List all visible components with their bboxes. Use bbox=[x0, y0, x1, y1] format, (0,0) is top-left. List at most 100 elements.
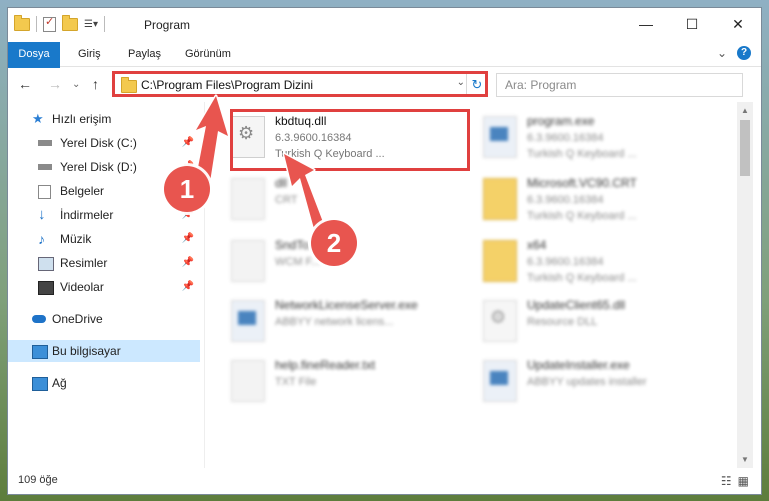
item-count: 109 öğe bbox=[18, 474, 58, 486]
forward-button[interactable]: → bbox=[48, 76, 62, 92]
tab-view[interactable]: Görünüm bbox=[185, 42, 231, 66]
scroll-up-icon[interactable]: ▲ bbox=[741, 106, 749, 115]
sidebar-item-onedrive[interactable]: OneDrive bbox=[8, 308, 200, 330]
sidebar-item-label: Yerel Disk (D:) bbox=[60, 160, 137, 174]
file-highlight-box bbox=[230, 109, 470, 171]
file-name: NetworkLicenseServer.exe bbox=[275, 298, 418, 312]
file-name: Microsoft.VC90.CRT bbox=[527, 176, 637, 190]
sidebar-item-label: Videolar bbox=[60, 280, 104, 294]
new-folder-icon[interactable] bbox=[62, 14, 78, 31]
navigation-pane: ★ Hızlı erişim Yerel Disk (C:) 📌 Yerel D… bbox=[8, 102, 204, 468]
dll-file-icon bbox=[483, 300, 517, 342]
vertical-scrollbar[interactable]: ▲ ▼ bbox=[737, 102, 753, 468]
file-item[interactable]: Microsoft.VC90.CRT 6.3.9600.16384 Turkis… bbox=[477, 172, 713, 228]
sidebar-item-label: Resimler bbox=[60, 256, 108, 270]
maximize-button[interactable]: ☐ bbox=[669, 8, 715, 40]
drive-icon bbox=[38, 140, 52, 146]
sidebar-item-downloads[interactable]: ↓ İndirmeler 📌 bbox=[8, 204, 200, 226]
help-icon[interactable]: ? bbox=[737, 46, 751, 60]
step-badge-1: 1 bbox=[164, 166, 210, 212]
file-name: UpdateInstaller.exe bbox=[527, 358, 630, 372]
music-icon: ♪ bbox=[38, 231, 45, 247]
file-name: dll bbox=[275, 176, 288, 190]
sidebar-item-network[interactable]: Ağ bbox=[8, 372, 200, 394]
file-item[interactable]: UpdateInstaller.exe ABBYY updates instal… bbox=[477, 354, 713, 410]
explorer-window: ☰▾ Program — ☐ ✕ Dosya Giriş Paylaş Görü… bbox=[8, 8, 761, 494]
exe-file-icon bbox=[483, 360, 517, 402]
download-icon: ↓ bbox=[38, 206, 46, 223]
recent-locations-button[interactable]: ⌄ bbox=[72, 79, 80, 90]
file-version: 6.3.9600.16384 bbox=[527, 256, 604, 268]
file-version: ABBYY updates installer bbox=[527, 376, 647, 388]
file-version: TXT File bbox=[275, 376, 317, 388]
sidebar-item-label: İndirmeler bbox=[60, 208, 114, 222]
search-input[interactable]: Ara: Program bbox=[496, 73, 743, 97]
file-version: WCM F... bbox=[275, 256, 321, 268]
folder-icon[interactable] bbox=[14, 14, 30, 31]
file-version: 6.3.9600.16384 bbox=[527, 132, 604, 144]
file-name: help.fineReader.txt bbox=[275, 358, 376, 372]
sidebar-item-label: Yerel Disk (C:) bbox=[60, 136, 137, 150]
toolbar-divider bbox=[103, 16, 105, 32]
exe-file-icon bbox=[231, 300, 265, 342]
expand-ribbon-icon[interactable]: ⌄ bbox=[717, 46, 727, 60]
sidebar-item-label: Bu bilgisayar bbox=[52, 344, 121, 358]
sidebar-item-this-pc[interactable]: Bu bilgisayar bbox=[8, 340, 200, 362]
file-icon bbox=[231, 360, 265, 402]
file-item[interactable]: program.exe 6.3.9600.16384 Turkish Q Key… bbox=[477, 110, 713, 166]
file-item[interactable]: NetworkLicenseServer.exe ABBYY network l… bbox=[225, 294, 461, 350]
videos-icon bbox=[38, 281, 54, 295]
tab-share[interactable]: Paylaş bbox=[128, 42, 161, 66]
navigation-bar: ← → ⌄ ↑ C:\Program Files\Program Dizini … bbox=[8, 68, 761, 100]
properties-icon[interactable] bbox=[43, 15, 56, 32]
sidebar-item-label: Müzik bbox=[60, 232, 92, 246]
tab-home[interactable]: Giriş bbox=[78, 42, 101, 66]
scrollbar-thumb[interactable] bbox=[740, 120, 750, 176]
cloud-icon bbox=[32, 315, 46, 323]
pin-icon: 📌 bbox=[181, 233, 194, 244]
pin-icon: 📌 bbox=[181, 257, 194, 268]
address-highlight-box bbox=[112, 71, 488, 97]
sidebar-item-videos[interactable]: Videolar 📌 bbox=[8, 276, 200, 298]
view-switcher: ☷ ▦ bbox=[721, 474, 749, 488]
step-badge-2: 2 bbox=[311, 220, 357, 266]
file-name: x64 bbox=[527, 238, 547, 252]
file-icon bbox=[231, 240, 265, 282]
file-version: ABBYY network licens... bbox=[275, 316, 394, 328]
file-version: CRT bbox=[275, 194, 298, 206]
up-button[interactable]: ↑ bbox=[92, 76, 99, 92]
sidebar-item-pictures[interactable]: Resimler 📌 bbox=[8, 252, 200, 274]
file-description: Turkish Q Keyboard ... bbox=[527, 148, 637, 160]
sidebar-item-label: Hızlı erişim bbox=[52, 112, 112, 126]
window-title: Program bbox=[144, 18, 191, 32]
file-icon bbox=[231, 178, 265, 220]
title-bar: ☰▾ Program — ☐ ✕ bbox=[8, 8, 761, 42]
status-bar: 109 öğe ☷ ▦ bbox=[8, 468, 761, 494]
large-icons-view-icon[interactable]: ▦ bbox=[738, 474, 749, 488]
pin-icon: 📌 bbox=[181, 281, 194, 292]
details-view-icon[interactable]: ☷ bbox=[721, 474, 732, 488]
exe-file-icon bbox=[483, 116, 517, 158]
pin-icon: 📌 bbox=[181, 137, 194, 148]
sidebar-item-label: Ağ bbox=[52, 376, 67, 390]
file-item[interactable]: UpdateClient65.dll Resource DLL bbox=[477, 294, 713, 350]
sidebar-item-label: OneDrive bbox=[52, 312, 103, 326]
pictures-icon bbox=[38, 257, 54, 271]
ribbon-tabs: Dosya Giriş Paylaş Görünüm ⌄ ? bbox=[8, 42, 761, 98]
scroll-down-icon[interactable]: ▼ bbox=[741, 455, 749, 464]
file-item[interactable]: help.fineReader.txt TXT File bbox=[225, 354, 461, 410]
sidebar-item-quick-access[interactable]: ★ Hızlı erişim bbox=[8, 108, 200, 130]
close-button[interactable]: ✕ bbox=[715, 8, 761, 40]
file-item[interactable]: x64 6.3.9600.16384 Turkish Q Keyboard ..… bbox=[477, 234, 713, 290]
sidebar-item-disk-c[interactable]: Yerel Disk (C:) 📌 bbox=[8, 132, 200, 154]
customize-toolbar-icon[interactable]: ☰▾ bbox=[84, 19, 98, 30]
file-version: 6.3.9600.16384 bbox=[527, 194, 604, 206]
sidebar-item-music[interactable]: ♪ Müzik 📌 bbox=[8, 228, 200, 250]
star-icon: ★ bbox=[32, 111, 44, 126]
file-item[interactable]: dll CRT bbox=[225, 172, 461, 228]
folder-file-icon bbox=[483, 240, 517, 282]
back-button[interactable]: ← bbox=[18, 76, 32, 92]
minimize-button[interactable]: — bbox=[623, 8, 669, 40]
quick-access-toolbar: ☰▾ bbox=[14, 14, 105, 32]
network-icon bbox=[32, 377, 48, 391]
